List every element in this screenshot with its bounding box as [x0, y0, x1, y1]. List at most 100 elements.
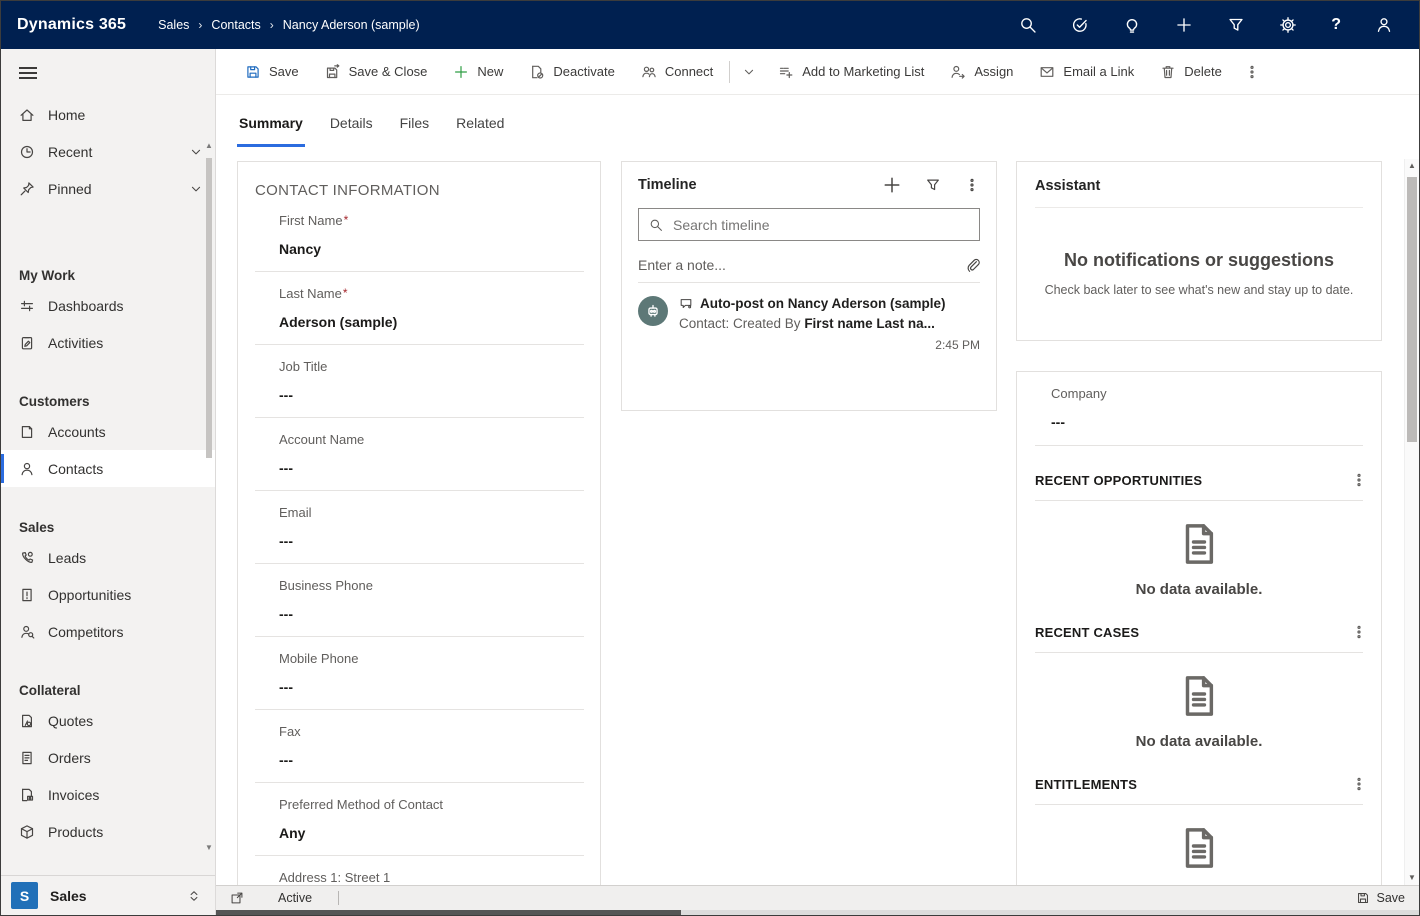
breadcrumb-record[interactable]: Nancy Aderson (sample)	[283, 18, 420, 32]
field-value[interactable]: Any	[279, 825, 584, 842]
required-asterisk: *	[344, 213, 349, 227]
content-vertical-scrollbar[interactable]: ▲ ▼	[1404, 159, 1419, 885]
entitlements-more-icon[interactable]	[1351, 776, 1367, 792]
scroll-up-icon[interactable]: ▲	[205, 141, 213, 151]
tab-files[interactable]: Files	[398, 115, 432, 147]
lightbulb-icon[interactable]	[1123, 16, 1141, 34]
filter-icon[interactable]	[1227, 16, 1245, 34]
field-job-title: Job Title ---	[238, 345, 600, 404]
sidebar-section-customers: Customers	[1, 381, 215, 409]
field-value[interactable]: ---	[279, 752, 584, 769]
recent-opportunities-empty-state: No data available.	[1017, 501, 1381, 598]
paperclip-icon[interactable]	[964, 257, 980, 273]
statusbar-save-button[interactable]: Save	[1356, 891, 1406, 905]
quick-create-plus-icon[interactable]	[1175, 16, 1193, 34]
timeline-title: Timeline	[638, 177, 697, 193]
sidebar-item-products[interactable]: Products	[1, 813, 215, 850]
save-button[interactable]: Save	[232, 55, 312, 89]
add-to-marketing-list-button[interactable]: Add to Marketing List	[765, 55, 937, 89]
task-check-icon[interactable]	[1071, 16, 1089, 34]
sidebar-item-label: Dashboards	[48, 298, 124, 314]
site-map-sidebar: Home Recent Pinned My Work Dashboards Ac…	[1, 49, 216, 915]
timeline-more-icon[interactable]	[964, 177, 980, 193]
sidebar-item-leads[interactable]: Leads	[1, 539, 215, 576]
timeline-filter-icon[interactable]	[925, 177, 941, 193]
settings-gear-icon[interactable]	[1279, 16, 1297, 34]
recent-cases-more-icon[interactable]	[1351, 624, 1367, 640]
breadcrumb-contacts[interactable]: Contacts	[211, 18, 260, 32]
scroll-up-icon[interactable]: ▲	[1408, 159, 1416, 173]
area-switcher[interactable]: S Sales	[1, 875, 215, 915]
search-icon[interactable]	[1019, 16, 1037, 34]
assign-button[interactable]: Assign	[937, 55, 1026, 89]
record-tabs: Summary Details Files Related	[216, 95, 1419, 147]
assistant-empty-subtitle: Check back later to see what's new and s…	[1035, 283, 1363, 297]
required-asterisk: *	[343, 286, 348, 300]
help-icon[interactable]: ?	[1331, 16, 1341, 34]
sidebar-item-label: Accounts	[48, 424, 106, 440]
delete-button[interactable]: Delete	[1147, 55, 1235, 89]
recent-opportunities-more-icon[interactable]	[1351, 472, 1367, 488]
scroll-down-icon[interactable]: ▼	[1408, 871, 1416, 885]
field-value[interactable]: ---	[279, 460, 584, 477]
document-money-icon	[19, 787, 35, 803]
tab-related[interactable]: Related	[454, 115, 506, 147]
field-value[interactable]: Nancy	[279, 241, 584, 258]
breadcrumb-sales[interactable]: Sales	[158, 18, 189, 32]
pin-icon	[19, 181, 35, 197]
contact-information-card: CONTACT INFORMATION First Name* Nancy La…	[237, 161, 601, 885]
sidebar-item-competitors[interactable]: Competitors	[1, 613, 215, 650]
sidebar-item-recent[interactable]: Recent	[1, 133, 215, 170]
save-and-close-button[interactable]: Save & Close	[312, 55, 441, 89]
field-value[interactable]: ---	[279, 533, 584, 550]
timeline-add-icon[interactable]	[882, 175, 902, 195]
command-bar-overflow-button[interactable]	[1235, 55, 1269, 89]
sidebar-item-label: Contacts	[48, 461, 103, 477]
search-icon	[649, 218, 663, 232]
chevron-down-icon[interactable]	[189, 182, 203, 196]
new-button[interactable]: New	[440, 55, 516, 89]
tab-summary[interactable]: Summary	[237, 115, 305, 147]
field-value[interactable]: ---	[1051, 414, 1363, 431]
sidebar-item-dashboards[interactable]: Dashboards	[1, 287, 215, 324]
vertical-ellipsis-icon	[1244, 64, 1260, 80]
field-value[interactable]: ---	[279, 679, 584, 696]
field-value[interactable]: ---	[279, 606, 584, 623]
field-mobile-phone: Mobile Phone ---	[238, 637, 600, 696]
deactivate-button[interactable]: Deactivate	[516, 55, 627, 89]
scroll-down-icon[interactable]: ▼	[205, 843, 213, 853]
scrollbar-thumb[interactable]	[1407, 177, 1417, 442]
app-title[interactable]: Dynamics 365	[17, 16, 126, 34]
popout-icon[interactable]	[230, 891, 244, 905]
sidebar-item-invoices[interactable]: Invoices	[1, 776, 215, 813]
status-bar: Active Save	[216, 885, 1419, 910]
sidebar-item-quotes[interactable]: Quotes	[1, 702, 215, 739]
timeline-search-input[interactable]	[671, 216, 969, 234]
email-a-link-button[interactable]: Email a Link	[1026, 55, 1147, 89]
horizontal-scrollbar[interactable]	[216, 910, 1419, 915]
note-entry-row[interactable]: Enter a note...	[638, 247, 980, 283]
auto-post-avatar	[638, 296, 668, 326]
field-value[interactable]: ---	[279, 387, 584, 404]
sidebar-item-label: Home	[48, 107, 85, 123]
hamburger-menu-icon[interactable]	[19, 64, 37, 82]
account-person-icon[interactable]	[1375, 16, 1393, 34]
chevron-down-icon[interactable]	[189, 145, 203, 159]
sidebar-item-opportunities[interactable]: Opportunities	[1, 576, 215, 613]
sidebar-item-pinned[interactable]: Pinned	[1, 170, 215, 207]
breadcrumb-separator-icon: ›	[198, 18, 202, 32]
connect-button[interactable]: Connect	[628, 55, 726, 89]
timeline-post[interactable]: Auto-post on Nancy Aderson (sample) Cont…	[638, 296, 980, 352]
sidebar-scrollbar-thumb[interactable]	[206, 158, 212, 458]
tab-details[interactable]: Details	[328, 115, 375, 147]
sidebar-scrollbar[interactable]: ▲ ▼	[204, 141, 214, 853]
connect-overflow-chevron[interactable]	[733, 55, 765, 89]
sidebar-item-orders[interactable]: Orders	[1, 739, 215, 776]
horizontal-scrollbar-thumb[interactable]	[216, 910, 681, 915]
field-value[interactable]: Aderson (sample)	[279, 314, 584, 331]
sidebar-item-contacts[interactable]: Contacts	[1, 450, 215, 487]
sidebar-item-activities[interactable]: Activities	[1, 324, 215, 361]
sidebar-item-accounts[interactable]: Accounts	[1, 413, 215, 450]
unfold-chevrons-icon[interactable]	[187, 888, 201, 903]
sidebar-item-home[interactable]: Home	[1, 96, 215, 133]
